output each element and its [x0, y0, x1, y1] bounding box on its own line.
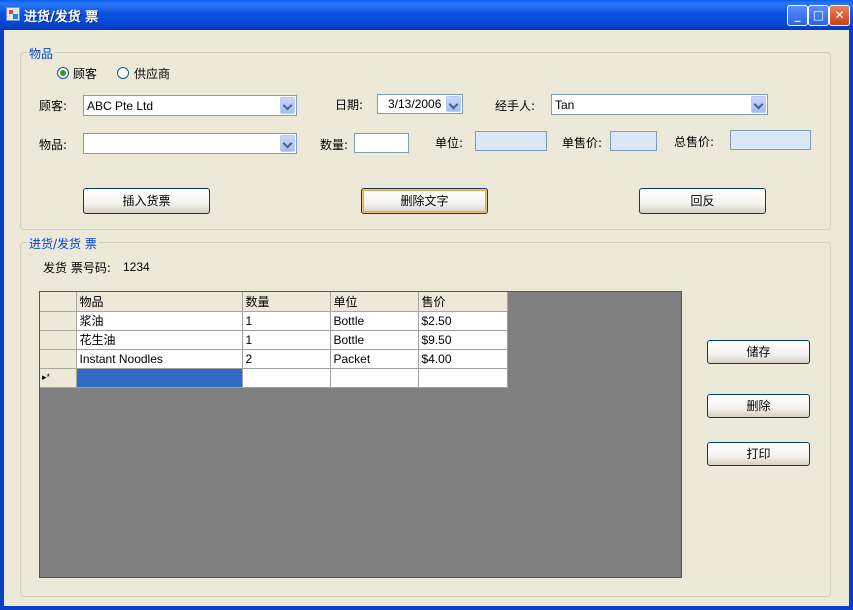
date-label: 日期:	[335, 98, 364, 112]
date-value: 3/13/2006	[388, 97, 442, 111]
cell-unit-new[interactable]	[330, 368, 419, 388]
customer-label: 顾客:	[39, 99, 68, 113]
row-header[interactable]	[40, 311, 77, 331]
total-price-label: 总售价:	[674, 135, 715, 149]
reset-button[interactable]: 回反	[639, 188, 766, 214]
radio-customer-label[interactable]: 顾客	[73, 65, 97, 82]
qty-input[interactable]	[354, 133, 409, 153]
cell-unit[interactable]: Bottle	[330, 311, 419, 331]
title-bar[interactable]: 进货/发货 票 _ □ ✕	[0, 0, 853, 30]
radio-supplier[interactable]	[117, 67, 129, 79]
client-area: 物品 顾客 供应商 顾客: ABC Pte Ltd 日期: 3/13/2006 …	[4, 30, 849, 606]
insert-invoice-button[interactable]: 插入货票	[83, 188, 210, 214]
print-button[interactable]: 打印	[707, 442, 810, 466]
table-row[interactable]: Instant Noodles 2 Packet $4.00	[40, 349, 508, 369]
window: 进货/发货 票 _ □ ✕ 物品 顾客 供应商 顾客: ABC Pte Ltd …	[0, 0, 853, 610]
cell-unit[interactable]: Packet	[330, 349, 419, 369]
unit-price-field	[610, 131, 657, 151]
item-combo[interactable]	[83, 133, 297, 154]
cell-item-new[interactable]	[76, 368, 243, 388]
cell-price[interactable]: $4.00	[418, 349, 508, 369]
qty-label: 数量:	[320, 138, 349, 152]
grid-table: 物品 数量 单位 售价 浆油 1 Bottle $2.50 花生油 1 Bott…	[40, 292, 508, 388]
maximize-button[interactable]: □	[808, 5, 829, 26]
grid-corner-header	[40, 292, 77, 312]
total-price-field	[730, 130, 811, 150]
cell-price[interactable]: $2.50	[418, 311, 508, 331]
handler-label: 经手人:	[495, 99, 536, 113]
chevron-down-icon[interactable]	[751, 96, 766, 113]
radio-supplier-label[interactable]: 供应商	[134, 65, 170, 82]
row-header[interactable]	[40, 349, 77, 369]
save-button[interactable]: 储存	[707, 340, 810, 364]
column-header-price[interactable]: 售价	[418, 292, 508, 312]
cell-item[interactable]: 花生油	[76, 330, 243, 350]
invoice-grid[interactable]: 物品 数量 单位 售价 浆油 1 Bottle $2.50 花生油 1 Bott…	[39, 291, 682, 578]
grid-header-row: 物品 数量 单位 售价	[40, 292, 508, 312]
cell-qty[interactable]: 2	[242, 349, 331, 369]
close-button[interactable]: ✕	[829, 5, 850, 26]
invoice-group-label: 进货/发货 票	[27, 235, 99, 252]
cell-qty[interactable]: 1	[242, 330, 331, 350]
item-label: 物品:	[39, 138, 68, 152]
items-group-label: 物品	[27, 45, 56, 62]
cell-qty[interactable]: 1	[242, 311, 331, 331]
customer-value: ABC Pte Ltd	[87, 99, 154, 113]
new-row-marker-icon[interactable]: ▸*	[40, 368, 77, 388]
invoice-no-label: 发货 票号码:	[43, 261, 111, 275]
column-header-item[interactable]: 物品	[76, 292, 243, 312]
chevron-down-icon[interactable]	[280, 135, 295, 152]
cell-unit[interactable]: Bottle	[330, 330, 419, 350]
items-group: 物品 顾客 供应商 顾客: ABC Pte Ltd 日期: 3/13/2006 …	[20, 45, 831, 230]
chevron-down-icon[interactable]	[280, 97, 295, 114]
table-row[interactable]: 花生油 1 Bottle $9.50	[40, 330, 508, 350]
radio-customer[interactable]	[57, 67, 69, 79]
unit-field	[475, 131, 547, 151]
cell-price-new[interactable]	[418, 368, 508, 388]
cell-qty-new[interactable]	[242, 368, 331, 388]
column-header-unit[interactable]: 单位	[330, 292, 419, 312]
minimize-button[interactable]: _	[787, 5, 808, 26]
chevron-down-icon[interactable]	[446, 96, 461, 112]
unit-label: 单位:	[435, 136, 464, 150]
row-header[interactable]	[40, 330, 77, 350]
date-picker[interactable]: 3/13/2006	[377, 94, 463, 114]
window-title: 进货/发货 票	[24, 10, 99, 25]
invoice-no-value: 1234	[123, 260, 150, 274]
cell-item[interactable]: Instant Noodles	[76, 349, 243, 369]
column-header-qty[interactable]: 数量	[242, 292, 331, 312]
delete-text-button[interactable]: 删除文字	[361, 188, 488, 214]
cell-item[interactable]: 浆油	[76, 311, 243, 331]
customer-combo[interactable]: ABC Pte Ltd	[83, 95, 297, 116]
app-icon[interactable]	[6, 7, 20, 21]
table-row[interactable]: 浆油 1 Bottle $2.50	[40, 311, 508, 331]
new-row[interactable]: ▸*	[40, 368, 508, 388]
handler-combo[interactable]: Tan	[551, 94, 768, 115]
handler-value: Tan	[555, 98, 575, 112]
cell-price[interactable]: $9.50	[418, 330, 508, 350]
unit-price-label: 单售价:	[562, 136, 603, 150]
delete-button[interactable]: 删除	[707, 394, 810, 418]
